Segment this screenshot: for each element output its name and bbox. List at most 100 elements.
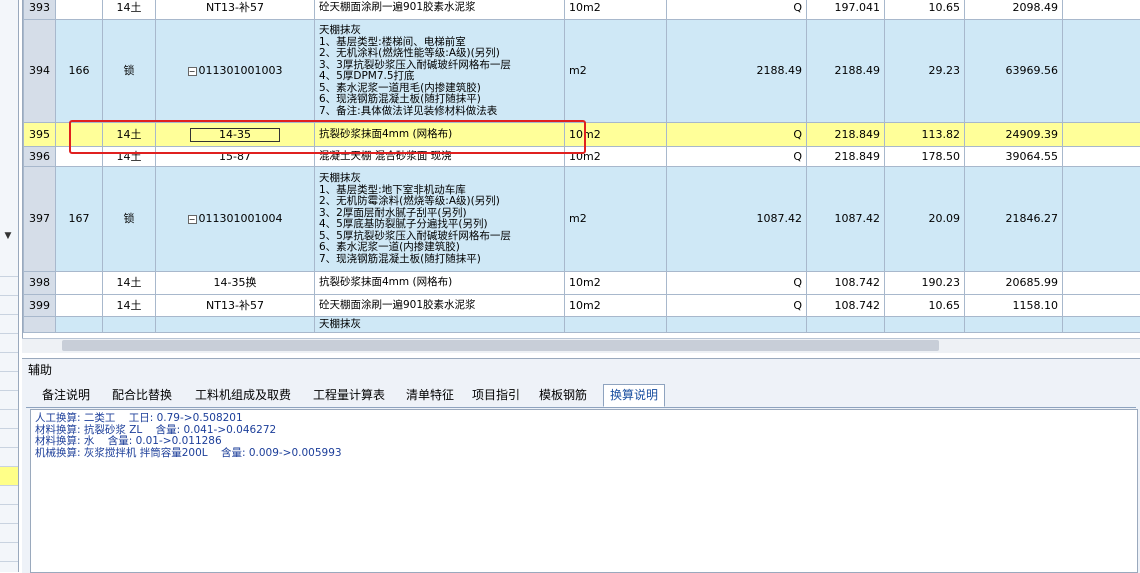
unit-price-cell[interactable]: 113.82 <box>885 123 965 147</box>
item-type-cell[interactable]: 14土 <box>103 295 156 317</box>
item-seq-cell[interactable] <box>56 295 103 317</box>
unit-price-cell[interactable]: 190.23 <box>885 272 965 295</box>
extra-cell[interactable] <box>1063 0 1140 20</box>
item-description-cell[interactable]: 抗裂砂浆抹面4mm (网格布) <box>315 272 565 295</box>
row-number[interactable]: 395 <box>24 123 56 147</box>
unit-cell[interactable]: 10m2 <box>565 0 667 20</box>
item-type-cell[interactable]: 锁 <box>103 167 156 272</box>
item-seq-cell[interactable]: 166 <box>56 20 103 123</box>
item-type-cell[interactable]: 14土 <box>103 272 156 295</box>
tab-item[interactable]: 模板钢筋 <box>533 385 593 406</box>
table-row[interactable]: 394166锁−011301001003天棚抹灰1、基层类型:楼梯间、电梯前室2… <box>24 20 1140 123</box>
row-number[interactable]: 398 <box>24 272 56 295</box>
unit-cell[interactable]: 10m2 <box>565 272 667 295</box>
item-seq-cell[interactable] <box>56 0 103 20</box>
extra-cell[interactable]: 0 <box>1063 123 1140 147</box>
collapse-minus-icon[interactable]: − <box>188 67 197 76</box>
unit-price-cell[interactable]: 29.23 <box>885 20 965 123</box>
unit-price-cell[interactable]: 178.50 <box>885 147 965 167</box>
tab-item[interactable]: 项目指引 <box>466 385 526 406</box>
quantity-cell[interactable]: 108.742 <box>807 272 885 295</box>
quantity-expression-cell[interactable] <box>667 317 807 333</box>
budget-table: 39314土NT13-补57砼天棚面涂刷一遍901胶素水泥浆10m2Q197.0… <box>23 0 1140 333</box>
item-description-cell[interactable]: 天棚抹灰 <box>315 317 565 333</box>
item-code-cell[interactable] <box>156 317 315 333</box>
extra-cell[interactable]: 0 <box>1063 167 1140 272</box>
item-code-cell[interactable]: −011301001003 <box>156 20 315 123</box>
tab-item[interactable]: 清单特征 <box>400 385 460 406</box>
unit-price-cell[interactable]: 20.09 <box>885 167 965 272</box>
extra-cell[interactable] <box>1063 317 1140 333</box>
item-code-cell[interactable]: 14-35换 <box>156 272 315 295</box>
total-price-cell[interactable]: 1158.10 <box>965 295 1063 317</box>
item-type-cell[interactable] <box>103 317 156 333</box>
tab-item[interactable]: 工程量计算表 <box>307 385 391 406</box>
total-price-cell[interactable]: 63969.56 <box>965 20 1063 123</box>
total-price-cell[interactable]: 2098.49 <box>965 0 1063 20</box>
row-number[interactable]: 396 <box>24 147 56 167</box>
item-code-cell[interactable]: −011301001004 <box>156 167 315 272</box>
quantity-expression-cell[interactable]: Q <box>667 147 807 167</box>
quantity-expression-cell[interactable]: 1087.42 <box>667 167 807 272</box>
tab-item[interactable]: 备注说明 <box>36 385 96 406</box>
chevron-down-icon[interactable]: ▼ <box>2 230 14 242</box>
item-description-cell[interactable]: 砼天棚面涂刷一遍901胶素水泥浆 <box>315 0 565 20</box>
table-row[interactable]: 399 14土NT13-补57砼天棚面涂刷一遍901胶素水泥浆10m2Q108.7… <box>24 295 1140 317</box>
row-number[interactable] <box>24 317 56 333</box>
conversion-note-line: 机械换算: 灰浆搅拌机 拌筒容量200L 含量: 0.009->0.005993 <box>35 448 1133 460</box>
item-description-cell[interactable]: 天棚抹灰1、基层类型:楼梯间、电梯前室2、无机涂料(燃烧性能等级:A级)(另列)… <box>315 20 565 123</box>
extra-cell[interactable]: 0 <box>1063 272 1140 295</box>
item-type-cell[interactable]: 锁 <box>103 20 156 123</box>
quantity-cell[interactable]: 218.849 <box>807 123 885 147</box>
total-price-cell[interactable] <box>965 317 1063 333</box>
item-seq-cell[interactable] <box>56 272 103 295</box>
collapse-minus-icon[interactable]: − <box>188 215 197 224</box>
quantity-cell[interactable]: 1087.42 <box>807 167 885 272</box>
tab-item[interactable]: 工料机组成及取费 <box>189 385 297 406</box>
table-row[interactable]: 天棚抹灰 <box>24 317 1140 333</box>
row-number[interactable]: 397 <box>24 167 56 272</box>
item-seq-cell[interactable] <box>56 317 103 333</box>
total-price-cell[interactable]: 21846.27 <box>965 167 1063 272</box>
unit-price-cell[interactable]: 10.65 <box>885 0 965 20</box>
quantity-cell[interactable] <box>807 317 885 333</box>
total-price-cell[interactable]: 24909.39 <box>965 123 1063 147</box>
quantity-expression-cell[interactable]: Q <box>667 0 807 20</box>
tab-item[interactable]: 配合比替换 <box>106 385 178 406</box>
unit-cell[interactable]: m2 <box>565 167 667 272</box>
total-price-cell[interactable]: 20685.99 <box>965 272 1063 295</box>
row-number[interactable]: 394 <box>24 20 56 123</box>
extra-cell[interactable]: 0 <box>1063 20 1140 123</box>
extra-cell[interactable]: 0 <box>1063 295 1140 317</box>
unit-price-cell[interactable]: 10.65 <box>885 295 965 317</box>
row-number[interactable]: 399 <box>24 295 56 317</box>
item-type-cell[interactable]: 14土 <box>103 0 156 20</box>
table-row[interactable]: 393 14土NT13-补57砼天棚面涂刷一遍901胶素水泥浆10m2Q197.0… <box>24 0 1140 20</box>
item-seq-cell[interactable]: 167 <box>56 167 103 272</box>
item-description-cell[interactable]: 砼天棚面涂刷一遍901胶素水泥浆 <box>315 295 565 317</box>
quantity-cell[interactable]: 218.849 <box>807 147 885 167</box>
quantity-expression-cell[interactable]: Q <box>667 123 807 147</box>
unit-cell[interactable] <box>565 317 667 333</box>
quantity-cell[interactable]: 2188.49 <box>807 20 885 123</box>
description-line: 天棚抹灰 <box>319 319 560 331</box>
horizontal-scrollbar[interactable] <box>22 338 1140 353</box>
item-code-cell[interactable]: NT13-补57 <box>156 0 315 20</box>
quantity-cell[interactable]: 108.742 <box>807 295 885 317</box>
quantity-cell[interactable]: 197.041 <box>807 0 885 20</box>
quantity-expression-cell[interactable]: Q <box>667 272 807 295</box>
total-price-cell[interactable]: 39064.55 <box>965 147 1063 167</box>
tab-item[interactable]: 换算说明 <box>603 384 665 407</box>
extra-cell[interactable]: 0 <box>1063 147 1140 167</box>
unit-cell[interactable]: 10m2 <box>565 295 667 317</box>
unit-price-cell[interactable] <box>885 317 965 333</box>
item-description-cell[interactable]: 天棚抹灰1、基层类型:地下室非机动车库2、无机防霉涂料(燃烧等级:A级)(另列)… <box>315 167 565 272</box>
row-number[interactable]: 393 <box>24 0 56 20</box>
table-row[interactable]: 397167锁−011301001004天棚抹灰1、基层类型:地下室非机动车库2… <box>24 167 1140 272</box>
quantity-expression-cell[interactable]: 2188.49 <box>667 20 807 123</box>
table-row[interactable]: 398 14土14-35换抗裂砂浆抹面4mm (网格布)10m2Q108.7421… <box>24 272 1140 295</box>
unit-cell[interactable]: m2 <box>565 20 667 123</box>
quantity-expression-cell[interactable]: Q <box>667 295 807 317</box>
scrollbar-thumb[interactable] <box>62 340 939 351</box>
item-code-cell[interactable]: NT13-补57 <box>156 295 315 317</box>
